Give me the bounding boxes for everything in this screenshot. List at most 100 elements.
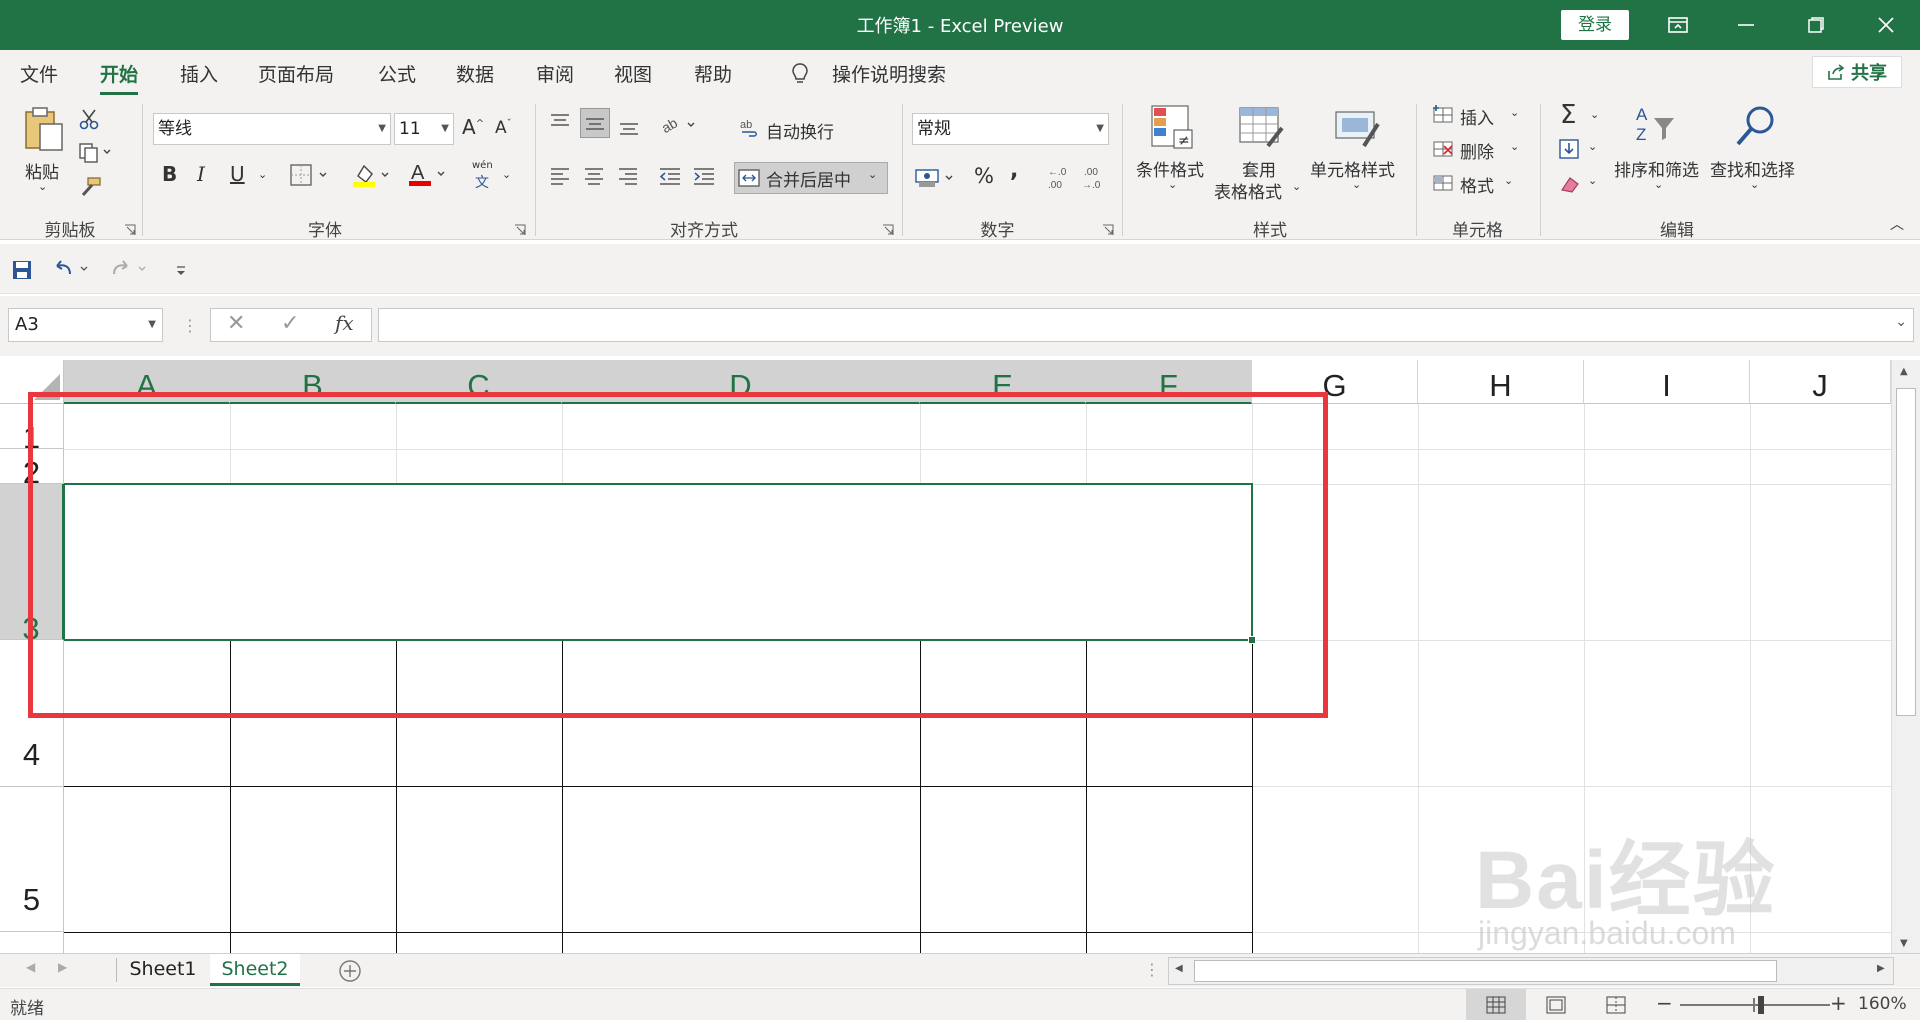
- zoom-slider-thumb[interactable]: [1758, 996, 1764, 1014]
- vertical-scroll-thumb[interactable]: [1896, 388, 1916, 716]
- merge-dropdown-icon[interactable]: ⌄: [868, 168, 877, 181]
- decrease-font-icon[interactable]: Aˇ: [495, 118, 512, 138]
- percent-button[interactable]: %: [974, 164, 994, 188]
- ribbon-display-options-icon[interactable]: [1648, 0, 1708, 50]
- phonetic-dropdown-icon[interactable]: ⌄: [502, 168, 511, 181]
- clipboard-launcher-icon[interactable]: [124, 220, 136, 235]
- name-box[interactable]: A3 ▼: [8, 308, 163, 342]
- sheet-tab-sheet2[interactable]: Sheet2: [210, 954, 300, 986]
- minimize-icon[interactable]: [1716, 0, 1776, 50]
- cancel-icon[interactable]: ✕: [227, 311, 245, 336]
- increase-indent-icon[interactable]: [692, 166, 716, 193]
- tab-insert[interactable]: 插入: [180, 60, 218, 87]
- undo-icon[interactable]: [52, 258, 92, 285]
- underline-dropdown-icon[interactable]: ⌄: [258, 168, 267, 181]
- zoom-out-icon[interactable]: −: [1656, 991, 1673, 1015]
- tab-review[interactable]: 审阅: [536, 60, 574, 87]
- collapse-ribbon-icon[interactable]: ︿: [1890, 214, 1904, 234]
- format-as-table-label-2[interactable]: 表格格式: [1214, 178, 1282, 203]
- restore-icon[interactable]: [1786, 0, 1846, 50]
- tab-formulas[interactable]: 公式: [378, 60, 416, 87]
- conditional-formatting-icon[interactable]: ≠: [1150, 104, 1196, 157]
- clear-dropdown-icon[interactable]: ⌄: [1588, 174, 1597, 187]
- prev-sheet-icon[interactable]: ◀: [26, 960, 35, 974]
- tab-home[interactable]: 开始: [100, 60, 139, 95]
- bold-button[interactable]: B: [162, 162, 177, 186]
- insert-function-icon[interactable]: fx: [335, 311, 354, 335]
- align-middle-icon[interactable]: [580, 108, 610, 138]
- cell-styles-icon[interactable]: [1334, 106, 1382, 157]
- accounting-format-icon[interactable]: [914, 166, 958, 195]
- new-sheet-icon[interactable]: [338, 959, 362, 988]
- format-cells-label[interactable]: 格式: [1460, 172, 1494, 197]
- zoom-level[interactable]: 160%: [1858, 994, 1907, 1014]
- page-layout-view-icon[interactable]: [1546, 996, 1566, 1019]
- share-button[interactable]: 共享: [1812, 56, 1902, 88]
- align-right-icon[interactable]: [617, 166, 639, 193]
- insert-cells-icon[interactable]: [1432, 104, 1454, 131]
- scroll-down-icon[interactable]: ▼: [1900, 938, 1908, 949]
- underline-button[interactable]: U: [230, 162, 245, 186]
- scroll-up-icon[interactable]: ▲: [1900, 366, 1908, 377]
- scroll-left-icon[interactable]: ◀: [1175, 963, 1183, 974]
- scroll-right-icon[interactable]: ▶: [1877, 963, 1885, 974]
- save-icon[interactable]: [12, 260, 32, 285]
- cell-styles-dropdown-icon[interactable]: ⌄: [1352, 178, 1361, 191]
- horizontal-scroll-thumb[interactable]: [1194, 960, 1777, 982]
- font-launcher-icon[interactable]: [514, 220, 526, 235]
- tab-view[interactable]: 视图: [614, 60, 652, 87]
- sheet-tab-sheet1[interactable]: Sheet1: [118, 954, 208, 986]
- format-painter-icon[interactable]: [78, 176, 102, 203]
- borders-icon[interactable]: [290, 164, 334, 191]
- tab-page-layout[interactable]: 页面布局: [258, 60, 334, 87]
- number-launcher-icon[interactable]: [1102, 220, 1114, 235]
- conditional-dropdown-icon[interactable]: ⌄: [1168, 178, 1177, 191]
- cut-icon[interactable]: [78, 108, 100, 135]
- comma-style-button[interactable]: ,: [1010, 158, 1018, 183]
- redo-icon[interactable]: [110, 258, 150, 285]
- sort-filter-icon[interactable]: AZ: [1634, 102, 1680, 153]
- format-cells-icon[interactable]: [1432, 172, 1454, 199]
- formula-bar-drag-handle[interactable]: ⋮: [182, 316, 198, 335]
- insert-dropdown-icon[interactable]: ⌄: [1510, 106, 1519, 119]
- customize-qat-icon[interactable]: [174, 262, 188, 283]
- delete-cells-label[interactable]: 删除: [1460, 138, 1494, 163]
- next-sheet-icon[interactable]: ▶: [58, 960, 67, 974]
- font-size-combo[interactable]: 11 ▼: [394, 113, 454, 145]
- autosum-dropdown-icon[interactable]: ⌄: [1590, 108, 1599, 121]
- font-name-combo[interactable]: 等线 ▼: [153, 113, 391, 145]
- align-left-icon[interactable]: [549, 166, 571, 193]
- column-header-h[interactable]: H: [1418, 360, 1584, 404]
- worksheet-grid[interactable]: A B C D E F G H I J 1 2 3 4 5 Bai经验 jing…: [0, 360, 1920, 955]
- column-header-i[interactable]: I: [1584, 360, 1750, 404]
- formula-input[interactable]: ⌄: [378, 308, 1914, 342]
- wrap-text-icon[interactable]: ab: [740, 118, 760, 143]
- align-top-icon[interactable]: [549, 112, 571, 139]
- tab-data[interactable]: 数据: [456, 60, 494, 87]
- increase-font-icon[interactable]: A^: [462, 115, 484, 139]
- enter-icon[interactable]: ✓: [281, 311, 299, 336]
- align-bottom-icon[interactable]: [618, 116, 640, 143]
- fill-icon[interactable]: [1558, 138, 1580, 165]
- login-button[interactable]: 登录: [1561, 10, 1629, 40]
- zoom-in-icon[interactable]: +: [1830, 991, 1847, 1015]
- horizontal-scrollbar[interactable]: ◀ ▶: [1168, 957, 1894, 985]
- number-format-combo[interactable]: 常规 ▼: [912, 113, 1109, 145]
- tab-file[interactable]: 文件: [20, 60, 58, 87]
- row-header-5[interactable]: 5: [0, 882, 64, 955]
- fill-dropdown-icon[interactable]: ⌄: [1588, 140, 1597, 153]
- align-center-icon[interactable]: [583, 166, 605, 193]
- orientation-icon[interactable]: ab: [659, 114, 700, 141]
- tab-split-handle[interactable]: ⋮: [1144, 960, 1160, 979]
- close-icon[interactable]: [1856, 0, 1916, 50]
- decrease-decimal-icon[interactable]: .00 →.0: [1082, 164, 1108, 195]
- insert-cells-label[interactable]: 插入: [1460, 104, 1494, 129]
- normal-view-button[interactable]: [1466, 989, 1526, 1020]
- page-break-view-icon[interactable]: [1606, 996, 1626, 1019]
- font-color-icon[interactable]: A: [408, 160, 452, 193]
- find-dropdown-icon[interactable]: ⌄: [1750, 178, 1759, 191]
- delete-dropdown-icon[interactable]: ⌄: [1510, 140, 1519, 153]
- sort-dropdown-icon[interactable]: ⌄: [1654, 178, 1663, 191]
- tell-me-search[interactable]: 操作说明搜索: [832, 60, 946, 87]
- format-as-table-dropdown-icon[interactable]: ⌄: [1292, 180, 1301, 193]
